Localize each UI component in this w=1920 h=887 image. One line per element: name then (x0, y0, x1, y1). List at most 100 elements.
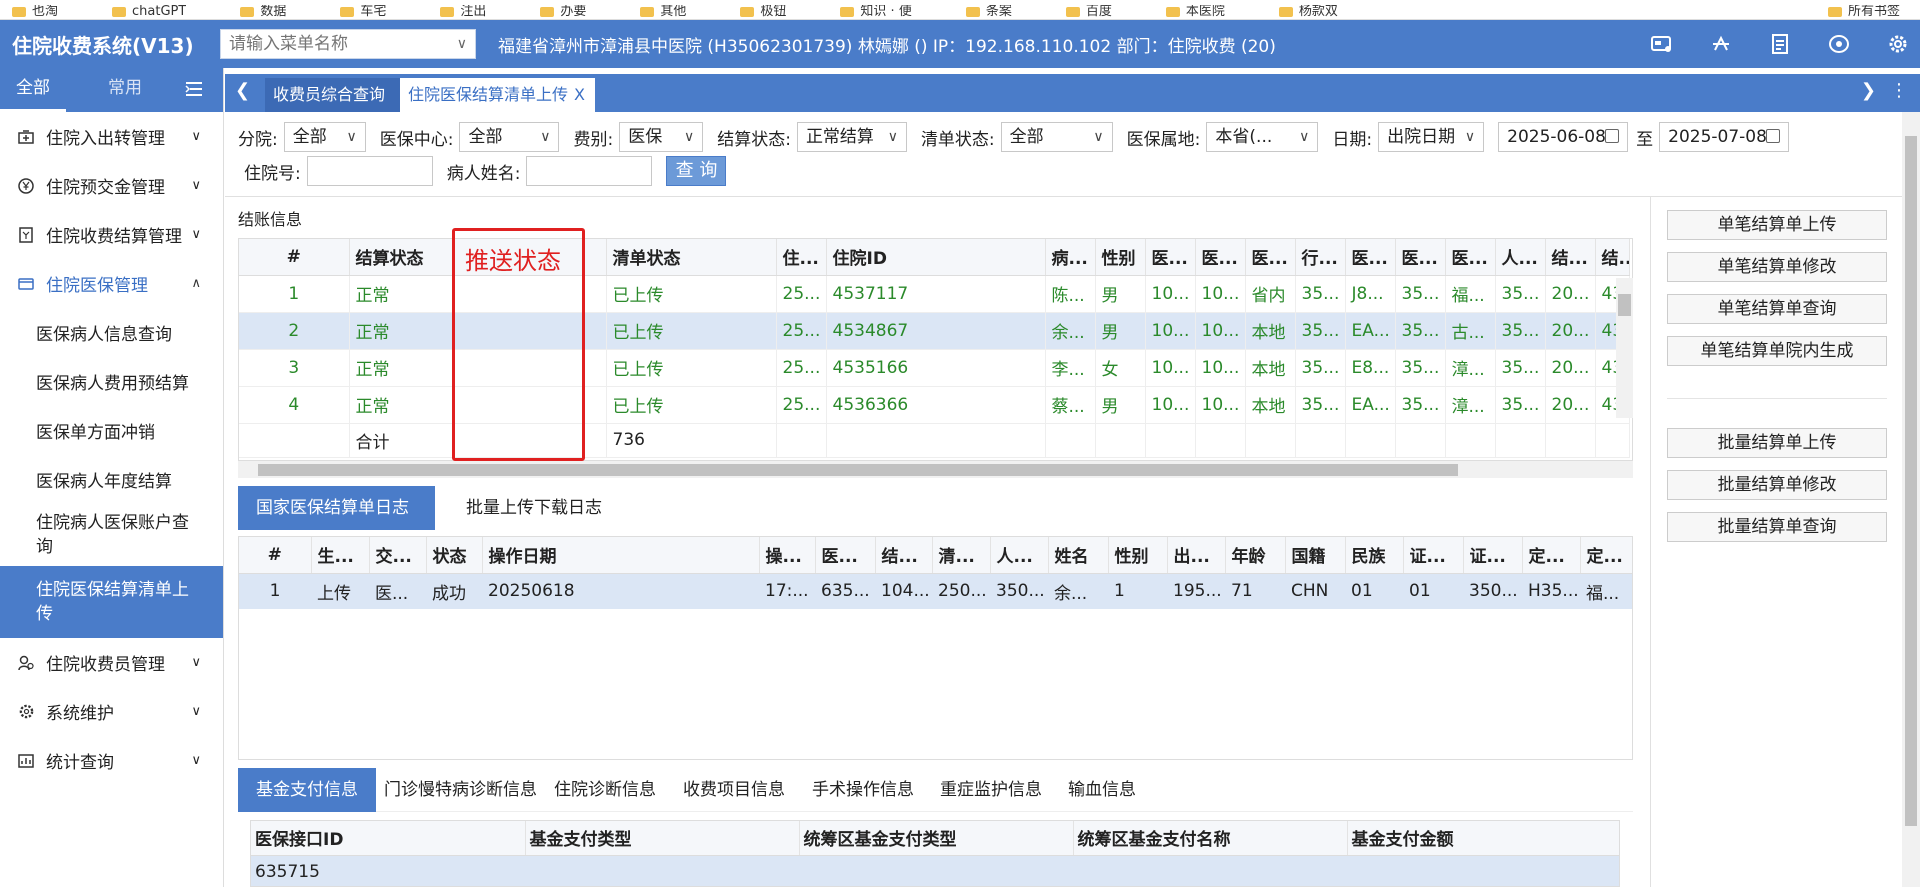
column-header[interactable]: 医... (1245, 239, 1296, 276)
center-select[interactable]: 全部 ∨ (459, 122, 560, 152)
date-from-input[interactable]: 2025-06-08 (1498, 122, 1629, 152)
single-modify-button[interactable]: 单笔结算单修改 (1667, 252, 1887, 282)
list-status-select[interactable]: 全部 ∨ (1000, 122, 1113, 152)
sidebar-item-deposit[interactable]: 住院预交金管理 ∨ (0, 161, 223, 210)
table-row[interactable]: 1 上传 医... 成功 20250618 17:... 635... 104... 250..… (239, 573, 1632, 609)
scroll-thumb[interactable] (1618, 294, 1631, 316)
column-header[interactable]: 住院ID (826, 239, 1046, 276)
gear-icon[interactable] (1886, 32, 1910, 56)
column-header[interactable]: 定... (1580, 537, 1632, 574)
bookmark-item[interactable]: 数据 (228, 5, 286, 19)
tab-detail[interactable]: 收费项目信息 (665, 768, 803, 812)
column-header[interactable]: 结... (875, 537, 933, 574)
column-header[interactable]: # (239, 537, 312, 574)
tab-batch-log[interactable]: 批量上传下载日志 (448, 486, 620, 530)
column-header[interactable]: 医... (1445, 239, 1496, 276)
column-header[interactable]: 清单状态 (606, 239, 777, 276)
table-row[interactable]: 1 正常 已上传 25... 4537117 陈... 男 10... 10... 省内 35...… (239, 275, 1630, 313)
sidebar-tab-all[interactable]: 全部 (0, 68, 66, 112)
bookmark-item[interactable]: 其他 (628, 5, 686, 19)
column-header[interactable]: 人... (1495, 239, 1546, 276)
tab-detail[interactable]: 基金支付信息 (238, 768, 376, 812)
column-header[interactable]: 医... (1145, 239, 1196, 276)
column-header[interactable]: 基金支付金额 (1347, 821, 1619, 856)
column-header[interactable]: 清... (932, 537, 991, 574)
column-header[interactable]: 结算状态 (349, 239, 455, 276)
tab-detail[interactable]: 输血信息 (1050, 768, 1154, 812)
column-header[interactable]: 住... (776, 239, 827, 276)
column-header[interactable]: 病... (1045, 239, 1096, 276)
column-header[interactable]: 医... (1395, 239, 1446, 276)
tab-detail[interactable]: 门诊慢特病诊断信息 (366, 768, 555, 812)
menu-toggle-icon[interactable] (185, 81, 203, 102)
card-reader-icon[interactable] (1650, 32, 1674, 56)
batch-query-button[interactable]: 批量结算单查询 (1667, 512, 1887, 542)
column-header[interactable]: 结... (1595, 239, 1630, 276)
column-header[interactable]: 状态 (426, 537, 483, 574)
more-icon[interactable]: ⋮ (1890, 80, 1908, 101)
sidebar-subitem-account-query[interactable]: 住院病人医保账户查询 (0, 504, 223, 566)
fee-select[interactable]: 医保 ∨ (619, 122, 704, 152)
column-header[interactable]: 行... (1295, 239, 1346, 276)
column-header[interactable]: 结... (1545, 239, 1596, 276)
bookmark-item[interactable]: 注出 (428, 5, 486, 19)
bookmark-item[interactable]: 所有书签 (1816, 5, 1900, 19)
sidebar-item-billing[interactable]: 住院收费结算管理 ∨ (0, 210, 223, 259)
column-header[interactable]: 交... (369, 537, 427, 574)
bookmark-item[interactable]: 百度 (1054, 5, 1112, 19)
inpatient-no-input[interactable] (306, 156, 433, 186)
menu-search-input[interactable] (221, 30, 441, 58)
sidebar-item-statistics[interactable]: 统计查询 ∨ (0, 736, 223, 785)
column-header[interactable]: 医保接口ID (251, 821, 526, 856)
tab-national-log[interactable]: 国家医保结算单日志 (238, 486, 435, 530)
batch-upload-button[interactable]: 批量结算单上传 (1667, 428, 1887, 458)
date-type-select[interactable]: 出院日期 ∨ (1378, 122, 1485, 152)
tab-list-upload[interactable]: 住院医保结算清单上传 X (400, 78, 595, 112)
table-row[interactable]: 2 正常 已上传 25... 4534867 余... 男 10... 10... 本地 35...… (239, 312, 1630, 350)
bookmark-item[interactable]: 也淘 (0, 5, 58, 19)
bookmark-item[interactable]: 杨款双 (1267, 5, 1338, 19)
bookmark-item[interactable]: 车宅 (328, 5, 386, 19)
column-header[interactable]: 证... (1403, 537, 1464, 574)
column-header[interactable]: # (239, 239, 350, 276)
tab-detail[interactable]: 住院诊断信息 (536, 768, 674, 812)
bookmark-item[interactable]: chatGPT (100, 5, 186, 19)
column-header[interactable]: 国籍 (1285, 537, 1346, 574)
close-icon[interactable]: X (574, 85, 585, 104)
tab-detail[interactable]: 手术操作信息 (794, 768, 932, 812)
sidebar-item-cashier[interactable]: 住院收费员管理 ∨ (0, 638, 223, 687)
column-header[interactable]: 医... (1345, 239, 1396, 276)
chevron-right-icon[interactable]: ❯ (1861, 80, 1876, 101)
date-to-input[interactable]: 2025-07-08 (1659, 122, 1790, 152)
column-header[interactable]: 出... (1167, 537, 1226, 574)
column-header[interactable]: 操作日期 (482, 537, 760, 574)
sidebar-subitem-list-upload[interactable]: 住院医保结算清单上传 (0, 566, 223, 638)
page-vscrollbar[interactable] (1902, 112, 1920, 887)
column-header[interactable]: 定... (1522, 537, 1581, 574)
bookmark-item[interactable]: 条案 (954, 5, 1012, 19)
bookmark-item[interactable]: 知识 · 便 (828, 5, 912, 19)
column-header[interactable]: 操... (759, 537, 816, 574)
column-header[interactable]: 统筹区基金支付名称 (1073, 821, 1348, 856)
bookmark-item[interactable]: 本医院 (1154, 5, 1225, 19)
chevron-left-icon[interactable]: ❮ (235, 80, 250, 101)
single-generate-button[interactable]: 单笔结算单院内生成 (1667, 336, 1887, 366)
table-row[interactable]: 4 正常 已上传 25... 4536366 蔡... 男 10... 10... 本地 35...… (239, 386, 1630, 424)
branch-select[interactable]: 全部 ∨ (283, 122, 366, 152)
signal-icon[interactable] (1709, 32, 1733, 56)
column-header[interactable]: 性别 (1108, 537, 1168, 574)
sidebar-item-admission[interactable]: 住院入出转管理 ∨ (0, 112, 223, 161)
sidebar-subitem-pre-settlement[interactable]: 医保病人费用预结算 (0, 357, 223, 406)
column-header[interactable]: 民族 (1345, 537, 1404, 574)
column-header[interactable]: 性别 (1095, 239, 1146, 276)
column-header[interactable]: 医... (815, 537, 876, 574)
chevron-down-icon[interactable]: ∨ (457, 36, 467, 52)
insure-area-select[interactable]: 本省(... ∨ (1206, 122, 1319, 152)
column-header[interactable]: 姓名 (1048, 537, 1109, 574)
table-row[interactable]: 635715 (251, 855, 1619, 886)
single-query-button[interactable]: 单笔结算单查询 (1667, 294, 1887, 324)
menu-search[interactable]: ∨ (220, 29, 476, 59)
lock-icon[interactable] (1827, 32, 1851, 56)
sidebar-item-insurance[interactable]: 住院医保管理 ∧ (0, 259, 223, 308)
document-icon[interactable] (1768, 32, 1792, 56)
